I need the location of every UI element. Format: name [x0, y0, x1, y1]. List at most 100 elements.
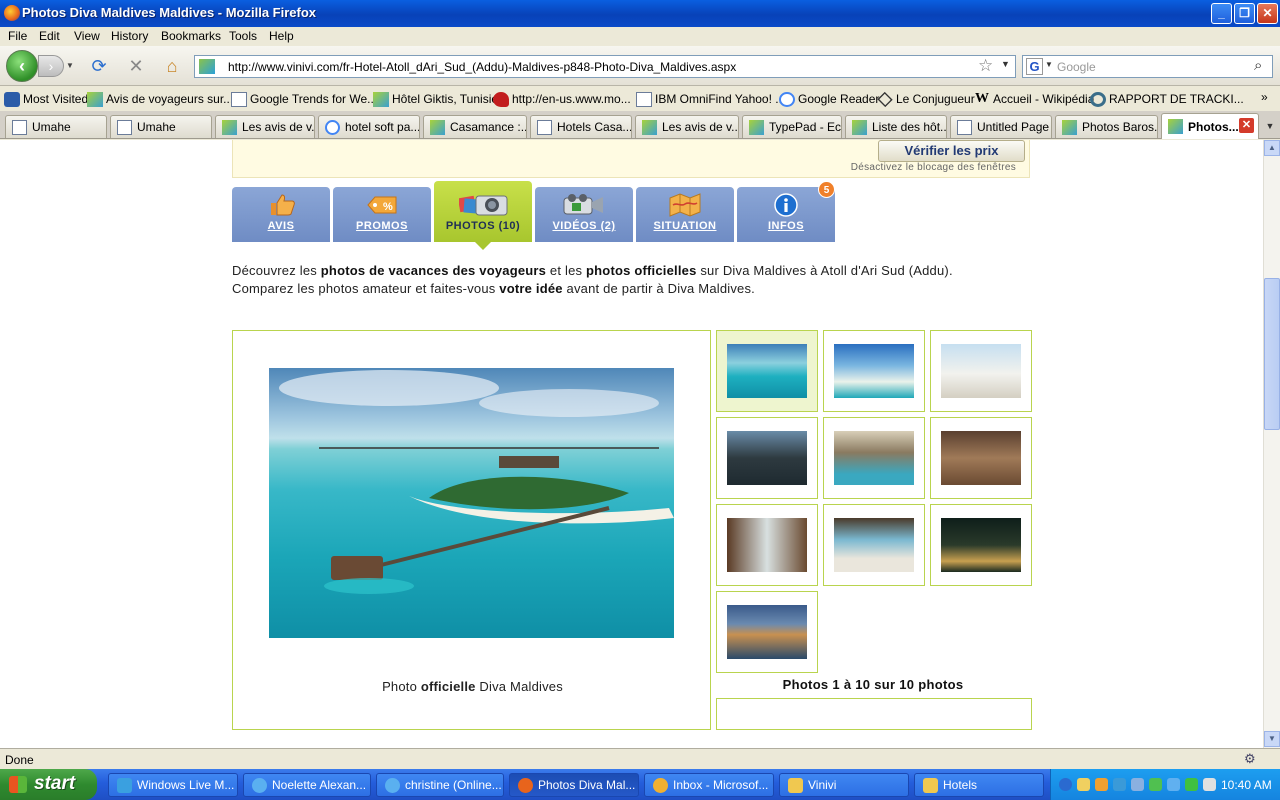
- taskbar-item[interactable]: Vinivi: [779, 773, 909, 797]
- bookmark-item[interactable]: Google Trends for We...: [231, 91, 377, 107]
- svg-text:%: %: [383, 201, 393, 213]
- menu-view[interactable]: View: [74, 29, 100, 43]
- photo-thumbnail[interactable]: [716, 417, 818, 499]
- start-button[interactable]: start: [0, 769, 97, 800]
- tab-promos[interactable]: % PROMOS: [333, 187, 431, 242]
- conjugueur-icon: [877, 91, 893, 107]
- page-icon: [636, 91, 652, 107]
- volume-icon[interactable]: [1203, 778, 1216, 791]
- vertical-scrollbar[interactable]: ▲ ▼: [1263, 140, 1280, 748]
- bookmark-item[interactable]: Google Reader: [779, 91, 879, 107]
- taskbar-item[interactable]: christine (Online...: [376, 773, 504, 797]
- thumbnail-image: [834, 518, 914, 572]
- browser-tab[interactable]: Casamance :...: [423, 115, 527, 138]
- verify-prices-button[interactable]: Vérifier les prix: [878, 140, 1025, 162]
- bookmark-item[interactable]: IBM OmniFind Yahoo! ...: [636, 91, 785, 107]
- bookmark-item[interactable]: Most Visited: [4, 91, 88, 107]
- menu-tools[interactable]: Tools: [229, 29, 257, 43]
- browser-tab[interactable]: Umahe: [5, 115, 107, 138]
- tray-app-icon[interactable]: [1131, 778, 1144, 791]
- mail-icon[interactable]: [1077, 778, 1090, 791]
- tab-list-dropdown-icon[interactable]: ▼: [1262, 116, 1278, 136]
- menu-bookmarks[interactable]: Bookmarks: [161, 29, 221, 43]
- photo-thumbnail[interactable]: [716, 504, 818, 586]
- browser-tab[interactable]: hotel soft pa...: [318, 115, 420, 138]
- tray-app-icon[interactable]: [1149, 778, 1162, 791]
- browser-tab[interactable]: Liste des hôt...: [845, 115, 947, 138]
- tab-photos[interactable]: PHOTOS (10): [434, 181, 532, 242]
- browser-tab[interactable]: Hotels Casa...: [530, 115, 632, 138]
- close-tab-icon[interactable]: ✕: [1239, 118, 1254, 133]
- url-dropdown-icon[interactable]: ▼: [1001, 59, 1010, 69]
- history-dropdown-icon[interactable]: ▼: [66, 61, 76, 71]
- photo-thumbnail[interactable]: [823, 504, 925, 586]
- maximize-button[interactable]: ❐: [1234, 3, 1255, 24]
- browser-tab[interactable]: Les avis de v...: [635, 115, 739, 138]
- bookmarks-overflow-icon[interactable]: »: [1261, 90, 1268, 104]
- browser-tab[interactable]: Photos Baros...: [1055, 115, 1158, 138]
- network-icon[interactable]: [1113, 778, 1126, 791]
- url-text[interactable]: http://www.vinivi.com/fr-Hotel-Atoll_dAr…: [228, 60, 736, 74]
- google-reader-icon: [779, 91, 795, 107]
- minimize-button[interactable]: _: [1211, 3, 1232, 24]
- messenger-status-icon[interactable]: [1185, 778, 1198, 791]
- browser-tab[interactable]: Untitled Page: [950, 115, 1052, 138]
- reload-icon[interactable]: ⟳: [88, 56, 110, 78]
- photo-thumbnail[interactable]: [930, 417, 1032, 499]
- bookmark-star-icon[interactable]: ☆: [978, 56, 993, 76]
- stop-icon[interactable]: ✕: [125, 56, 147, 78]
- taskbar-item-active[interactable]: Photos Diva Mal...: [509, 773, 639, 797]
- taskbar-item[interactable]: Hotels: [914, 773, 1044, 797]
- back-button[interactable]: ‹: [6, 50, 38, 82]
- photo-thumbnail[interactable]: [930, 504, 1032, 586]
- browser-tab[interactable]: TypePad - Ec...: [742, 115, 842, 138]
- scroll-up-icon[interactable]: ▲: [1264, 140, 1280, 156]
- bookmark-item[interactable]: Le Conjugueur: [877, 91, 975, 107]
- taskbar-item[interactable]: Windows Live M...: [108, 773, 238, 797]
- status-gear-icon[interactable]: ⚙: [1244, 751, 1256, 767]
- thumbnail-image: [727, 518, 807, 572]
- close-window-button[interactable]: ✕: [1257, 3, 1278, 24]
- google-engine-icon[interactable]: G: [1026, 58, 1043, 75]
- browser-tab[interactable]: Les avis de v...: [215, 115, 315, 138]
- bookmark-item[interactable]: http://en-us.www.mo...: [493, 91, 631, 107]
- photo-thumbnail[interactable]: [930, 330, 1032, 412]
- browser-tab[interactable]: Umahe: [110, 115, 212, 138]
- menu-history[interactable]: History: [111, 29, 148, 43]
- tray-app-icon[interactable]: [1167, 778, 1180, 791]
- most-visited-icon: [4, 91, 20, 107]
- photo-thumbnail[interactable]: [823, 330, 925, 412]
- photo-thumbnail[interactable]: [823, 417, 925, 499]
- forward-button[interactable]: ›: [38, 55, 64, 77]
- firefox-icon: [4, 5, 20, 21]
- home-icon[interactable]: ⌂: [161, 56, 183, 78]
- photo-thumbnail[interactable]: [716, 591, 818, 673]
- taskbar-item[interactable]: Inbox - Microsof...: [644, 773, 774, 797]
- active-tab-pointer: [475, 242, 491, 250]
- tray-app-icon[interactable]: [1095, 778, 1108, 791]
- photo-thumbnail[interactable]: [716, 330, 818, 412]
- browser-tab-active[interactable]: Photos... ✕: [1161, 113, 1259, 139]
- search-box[interactable]: G ▼ Google ⌕: [1022, 55, 1273, 78]
- bookmark-item[interactable]: W Accueil - Wikipédia: [974, 91, 1094, 107]
- taskbar-item[interactable]: Noelette Alexan...: [243, 773, 371, 797]
- tray-expand-icon[interactable]: [1059, 778, 1072, 791]
- thumbnail-image: [834, 431, 914, 485]
- bookmark-item[interactable]: Hôtel Giktis, Tunisie: [373, 91, 498, 107]
- google-icon: [325, 119, 340, 135]
- scrollbar-thumb[interactable]: [1264, 278, 1280, 430]
- engine-dropdown-icon[interactable]: ▼: [1045, 60, 1053, 69]
- tab-videos[interactable]: VIDÉOS (2): [535, 187, 633, 242]
- menu-file[interactable]: File: [8, 29, 27, 43]
- main-photo[interactable]: [269, 368, 674, 638]
- tab-situation[interactable]: SITUATION: [636, 187, 734, 242]
- url-bar[interactable]: http://www.vinivi.com/fr-Hotel-Atoll_dAr…: [194, 55, 1016, 78]
- search-input[interactable]: Google: [1057, 60, 1096, 74]
- bookmark-item[interactable]: RAPPORT DE TRACKI...: [1090, 91, 1244, 107]
- scroll-down-icon[interactable]: ▼: [1264, 731, 1280, 747]
- tab-avis[interactable]: AVIS: [232, 187, 330, 242]
- search-icon[interactable]: ⌕: [1254, 57, 1262, 74]
- menu-help[interactable]: Help: [269, 29, 294, 43]
- bookmark-item[interactable]: Avis de voyageurs sur...: [87, 91, 233, 107]
- menu-edit[interactable]: Edit: [39, 29, 60, 43]
